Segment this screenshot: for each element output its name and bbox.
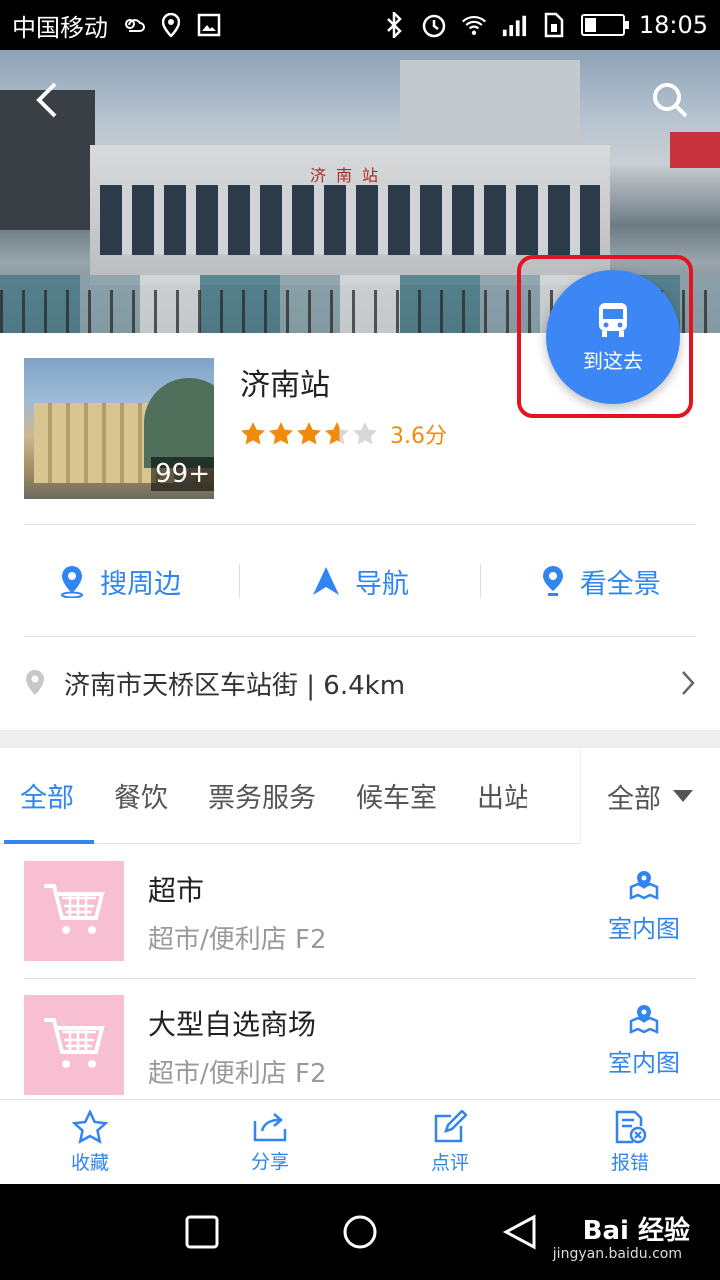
search-button[interactable]: [648, 78, 692, 122]
tab-label: 候车室: [356, 783, 437, 814]
rating-star-icon: [325, 422, 349, 445]
rating-star-icon: [297, 422, 321, 445]
address-row[interactable]: 济南市天桥区车站街 | 6.4km: [0, 637, 720, 729]
back-button[interactable]: [26, 78, 70, 122]
rating-score: 3.6分: [390, 424, 447, 449]
list-item-subtitle: 超市/便利店 F2: [148, 1059, 327, 1089]
tab-ticketing[interactable]: 票务服务: [188, 748, 336, 844]
photo-count: 99+: [151, 457, 214, 491]
share-label: 分享: [250, 1150, 289, 1173]
star-outline-icon: [72, 1109, 108, 1144]
list-item[interactable]: 超市 超市/便利店 F2 室内图: [0, 845, 720, 979]
sim-icon: [541, 12, 567, 38]
panorama-pin-icon: [542, 566, 563, 596]
tab-label: 票务服务: [208, 783, 316, 814]
chevron-right-icon: [682, 671, 695, 695]
review-label: 点评: [430, 1151, 469, 1174]
watermark-logo: Bai 经验: [582, 1216, 690, 1246]
search-icon: [653, 83, 688, 118]
indoor-map-label: 室内图: [608, 915, 680, 943]
indoor-map-label: 室内图: [608, 1049, 680, 1077]
carrier-name: 中国移动: [12, 13, 108, 42]
signal-icon: [501, 12, 527, 38]
back-arrow-icon: [36, 82, 57, 118]
tab-label: 出站口: [477, 783, 527, 814]
action-row: 搜周边 导航 看全景: [0, 526, 720, 636]
go-here-button[interactable]: 到这去: [546, 270, 680, 404]
indoor-map-icon: [629, 1005, 659, 1034]
list-item-title: 大型自选商场: [148, 1008, 317, 1041]
shopping-cart-icon: [24, 995, 124, 1095]
navigation-label: 导航: [354, 568, 409, 600]
rating: 3.6分: [240, 418, 447, 450]
bottom-action-bar: 收藏 分享 点评 报错: [0, 1099, 720, 1184]
poi-name: 济南站: [240, 368, 330, 403]
tab-all[interactable]: 全部: [0, 748, 94, 844]
address-pin-icon: [26, 670, 44, 695]
rating-star-icon: [353, 422, 377, 445]
nearby-search-button[interactable]: 搜周边: [0, 562, 239, 601]
indoor-map-button[interactable]: 室内图: [608, 1003, 680, 1078]
panorama-button[interactable]: 看全景: [481, 562, 720, 601]
watermark-url: jingyan.baidu.com: [552, 1246, 682, 1262]
go-here-label: 到这去: [583, 348, 643, 373]
nearby-label: 搜周边: [100, 568, 182, 600]
share-icon: [253, 1112, 287, 1141]
status-bar: 中国移动 18:05: [0, 0, 720, 50]
chevron-down-icon: [673, 790, 693, 802]
bluetooth-icon: [381, 12, 407, 38]
shopping-cart-icon: [24, 861, 124, 961]
tab-label: 餐饮: [114, 783, 168, 814]
category-filter-dropdown[interactable]: 全部: [580, 748, 720, 844]
favorite-label: 收藏: [70, 1151, 109, 1174]
battery-icon: [580, 14, 629, 36]
back-nav-button[interactable]: [502, 1214, 538, 1250]
panorama-label: 看全景: [579, 568, 661, 600]
review-button[interactable]: 点评: [360, 1100, 540, 1184]
navigation-arrow-icon: [312, 567, 339, 595]
image-icon: [196, 12, 222, 38]
bus-icon: [599, 302, 627, 337]
indoor-map-icon: [629, 871, 659, 900]
navigation-button[interactable]: 导航: [240, 562, 479, 601]
category-tabs: 全部 餐饮 票务服务 候车室 出站口 全部: [0, 748, 720, 844]
location-pin-icon: [61, 566, 84, 598]
report-error-button[interactable]: 报错: [540, 1100, 720, 1184]
divider: [24, 524, 696, 525]
section-gap: [0, 730, 720, 748]
home-button[interactable]: [342, 1214, 378, 1250]
report-error-label: 报错: [610, 1151, 649, 1174]
tab-waiting-room[interactable]: 候车室: [336, 748, 457, 844]
weather-icon: [120, 12, 146, 38]
list-item[interactable]: 大型自选商场 超市/便利店 F2 室内图: [0, 979, 720, 1113]
list-item-title: 超市: [148, 874, 205, 907]
edit-icon: [434, 1109, 467, 1142]
address-text: 济南市天桥区车站街 | 6.4km: [64, 670, 406, 701]
tab-dining[interactable]: 餐饮: [94, 748, 188, 844]
report-error-icon: [615, 1110, 647, 1143]
list-item-subtitle: 超市/便利店 F2: [148, 925, 327, 955]
rating-star-icon: [241, 422, 265, 445]
alarm-icon: [421, 12, 447, 38]
wifi-icon: [461, 12, 487, 38]
rating-star-icon: [269, 422, 293, 445]
recent-apps-button[interactable]: [184, 1214, 220, 1250]
station-sign: 济南站: [310, 166, 389, 185]
indoor-map-button[interactable]: 室内图: [608, 869, 680, 944]
poi-photo[interactable]: 99+: [24, 358, 214, 499]
tab-exit[interactable]: 出站口: [457, 748, 527, 844]
clock: 18:05: [638, 11, 708, 39]
share-button[interactable]: 分享: [180, 1100, 360, 1184]
location-icon: [158, 12, 184, 38]
filter-label: 全部: [607, 783, 661, 815]
tab-label: 全部: [20, 783, 74, 814]
favorite-button[interactable]: 收藏: [0, 1100, 180, 1184]
